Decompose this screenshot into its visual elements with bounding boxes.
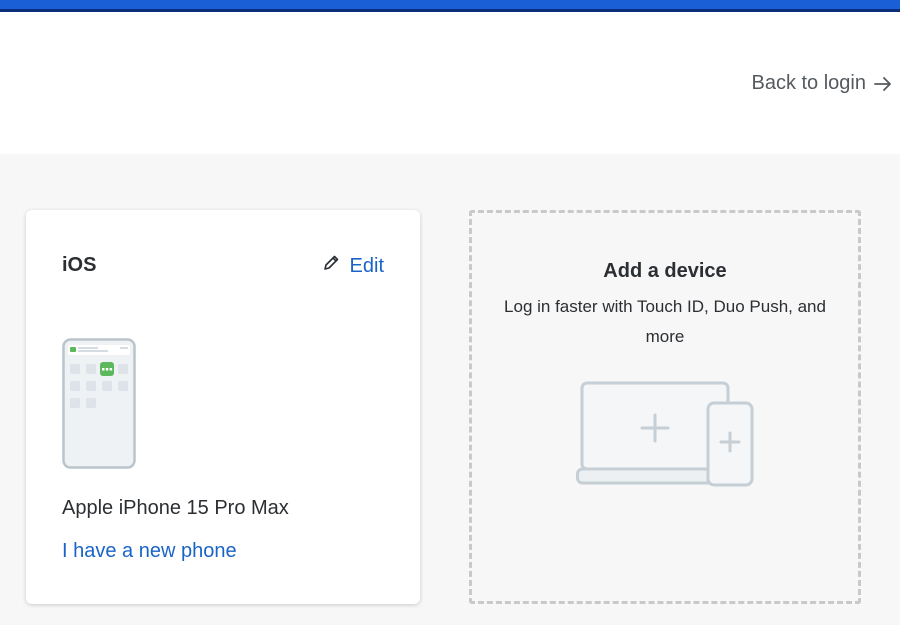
new-phone-link[interactable]: I have a new phone [62, 540, 237, 563]
header: Back to login [0, 12, 900, 154]
laptop-phone-plus-illustration [576, 381, 758, 496]
add-device-card[interactable]: Add a device Log in faster with Touch ID… [469, 210, 861, 604]
edit-button[interactable]: Edit [322, 254, 384, 278]
device-name: Apple iPhone 15 Pro Max [62, 497, 289, 519]
edit-label: Edit [349, 254, 384, 277]
add-device-title: Add a device [603, 260, 727, 282]
arrow-right-icon [874, 76, 892, 92]
back-to-login-label: Back to login [751, 72, 866, 94]
devices-area: iOS Edit Apple iPhone 15 Pro Max I have … [0, 154, 900, 625]
device-os-title: iOS [62, 254, 97, 276]
pencil-icon [322, 254, 340, 278]
device-card: iOS Edit Apple iPhone 15 Pro Max I have … [26, 210, 420, 604]
add-device-subtitle: Log in faster with Touch ID, Duo Push, a… [504, 297, 826, 346]
back-to-login-link[interactable]: Back to login [751, 72, 892, 95]
phone-illustration [62, 338, 136, 475]
top-accent-bar [0, 0, 900, 12]
